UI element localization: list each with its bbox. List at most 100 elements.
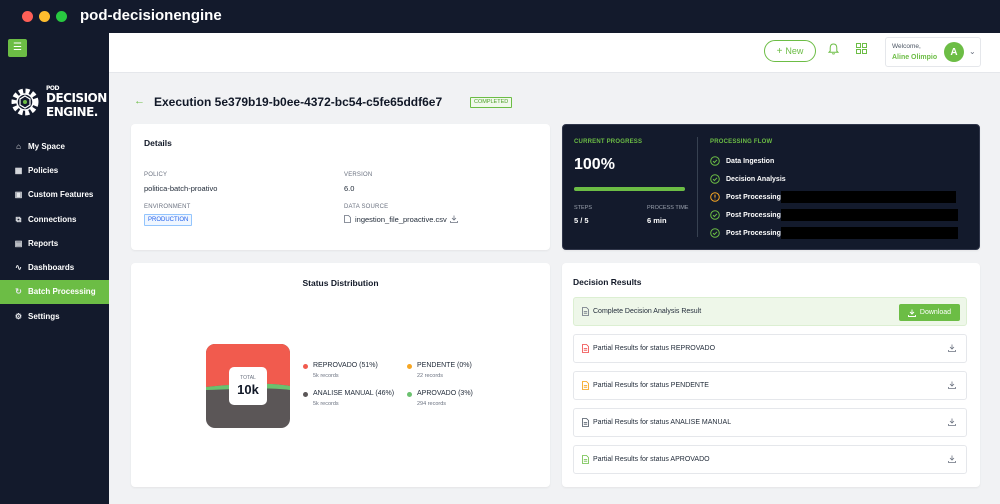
features-icon: ▣ [14,190,23,200]
sidebar-item-label: My Space [28,141,65,151]
result-row-label: Partial Results for status REPROVADO [593,345,716,352]
back-arrow-icon[interactable]: ← [134,95,145,107]
status-chart: TOTAL 10k [206,344,290,428]
result-row-label: Partial Results for status APROVADO [593,456,710,463]
menu-toggle-icon[interactable]: ☰ [8,39,27,57]
window-title: pod-decisionengine [80,7,222,24]
new-button-label: New [785,46,804,56]
sidebar-item-label: Settings [28,311,60,321]
redacted-text [781,191,956,203]
download-button[interactable]: Download [899,304,960,321]
user-menu[interactable]: Welcome, Aline Olimpio A ⌄ [885,37,981,67]
flow-step-label: Data Ingestion [726,157,775,165]
progress-bar-fill [574,187,685,191]
legend-dot [407,364,412,369]
apps-grid-icon[interactable] [856,43,867,54]
result-row-pendente[interactable]: Partial Results for status PENDENTE [573,371,967,400]
file-icon [582,307,589,316]
flow-step: Post Processing: [710,191,783,203]
flow-step: Post Processing: [710,227,783,239]
gear-logo-icon [11,88,39,116]
legend-count: 5k records [313,401,339,407]
details-title: Details [144,138,172,148]
total-label: TOTAL [240,375,256,381]
status-distribution-card: Status Distribution TOTAL 10k REPROVADO … [131,263,550,487]
status-badge: COMPLETED [470,97,513,108]
check-circle-icon [710,210,720,220]
file-icon [582,455,589,464]
download-icon[interactable] [948,455,956,463]
check-circle-icon [710,174,720,184]
legend-name: REPROVADO (51%) [313,362,378,369]
flow-step-label: Decision Analysis [726,175,786,183]
sidebar-item-label: Reports [28,238,59,248]
download-button-label: Download [919,309,952,316]
progress-percent: 100% [574,156,615,173]
maximize-window-button[interactable] [56,11,67,22]
process-time-label: PROCESS TIME [647,205,689,211]
legend-count: 5k records [313,373,339,379]
download-icon[interactable] [948,418,956,426]
progress-card: CURRENT PROGRESS 100% STEPS 5 / 5 PROCES… [562,124,980,250]
minimize-window-button[interactable] [39,11,50,22]
sidebar-item-label: Dashboards [28,263,75,273]
result-row-complete[interactable]: Complete Decision Analysis Result Downlo… [573,297,967,326]
progress-title: CURRENT PROGRESS [574,139,643,145]
file-icon [582,418,589,427]
check-circle-icon [710,156,720,166]
settings-icon: ⚙ [14,311,23,321]
logo-text-decision: DECISION [46,91,107,105]
details-card: Details POLICY politica-batch-proativo V… [131,124,550,250]
flow-step-label: Post Processing: [726,211,784,219]
sidebar-item-label: Policies [28,165,59,175]
legend-dot [303,392,308,397]
datasource-label: DATA SOURCE [344,204,389,210]
decision-results-title: Decision Results [573,277,642,287]
file-icon [582,381,589,390]
sidebar-item-my-space[interactable]: ⌂ My Space [0,134,109,158]
redacted-text [781,227,958,239]
sidebar-item-reports[interactable]: ▤ Reports [0,231,109,255]
bell-icon[interactable] [828,43,839,55]
total-value: 10k [237,382,259,397]
download-icon[interactable] [948,344,956,352]
result-row-label: Partial Results for status PENDENTE [593,382,709,389]
plus-icon: + [776,45,783,57]
sidebar-item-custom-features[interactable]: ▣ Custom Features [0,183,109,207]
new-button[interactable]: + New [764,40,816,62]
sidebar-item-settings[interactable]: ⚙ Settings [0,304,109,328]
redacted-text [781,209,958,221]
sidebar-item-label: Connections [28,214,77,224]
datasource-value[interactable]: ingestion_file_proactive.csv [355,215,447,224]
result-row-reprovado[interactable]: Partial Results for status REPROVADO [573,334,967,363]
warning-circle-icon [710,192,720,202]
flow-step: Data Ingestion [710,155,774,167]
connections-icon: ⧉ [15,214,22,224]
policy-value: politica-batch-proativo [144,184,218,193]
top-header: + New Welcome, Aline Olimpio A ⌄ [109,33,1000,73]
status-distribution-title: Status Distribution [302,278,379,288]
result-row-aprovado[interactable]: Partial Results for status APROVADO [573,445,967,474]
legend-count: 22 records [417,373,443,379]
download-icon[interactable] [450,215,458,223]
flow-step: Post Processing: [710,209,783,221]
sidebar-item-dashboards[interactable]: ∿ Dashboards [0,255,109,279]
download-icon[interactable] [948,381,956,389]
result-row-analise-manual[interactable]: Partial Results for status ANALISE MANUA… [573,408,967,437]
legend-name: PENDENTE (0%) [417,362,472,369]
window-titlebar: pod-decisionengine [0,0,1000,33]
sidebar: ☰ POD DECISION ENGINE. ⌂ My Space ▦ Poli… [0,33,109,504]
result-row-label: Complete Decision Analysis Result [593,308,702,315]
sidebar-item-connections[interactable]: ⧉ Connections [0,207,109,231]
legend-dot [407,392,412,397]
file-icon [344,215,351,223]
flow-step-label: Post Processing: [726,229,784,237]
sidebar-item-policies[interactable]: ▦ Policies [0,158,109,182]
steps-label: STEPS [574,205,593,211]
sidebar-item-batch-processing[interactable]: ↻ Batch Processing [0,279,109,305]
check-circle-icon [710,228,720,238]
policy-icon: ▦ [14,165,23,175]
chevron-down-icon: ⌄ [969,47,976,56]
result-row-label: Partial Results for status ANALISE MANUA… [593,419,732,426]
close-window-button[interactable] [22,11,33,22]
